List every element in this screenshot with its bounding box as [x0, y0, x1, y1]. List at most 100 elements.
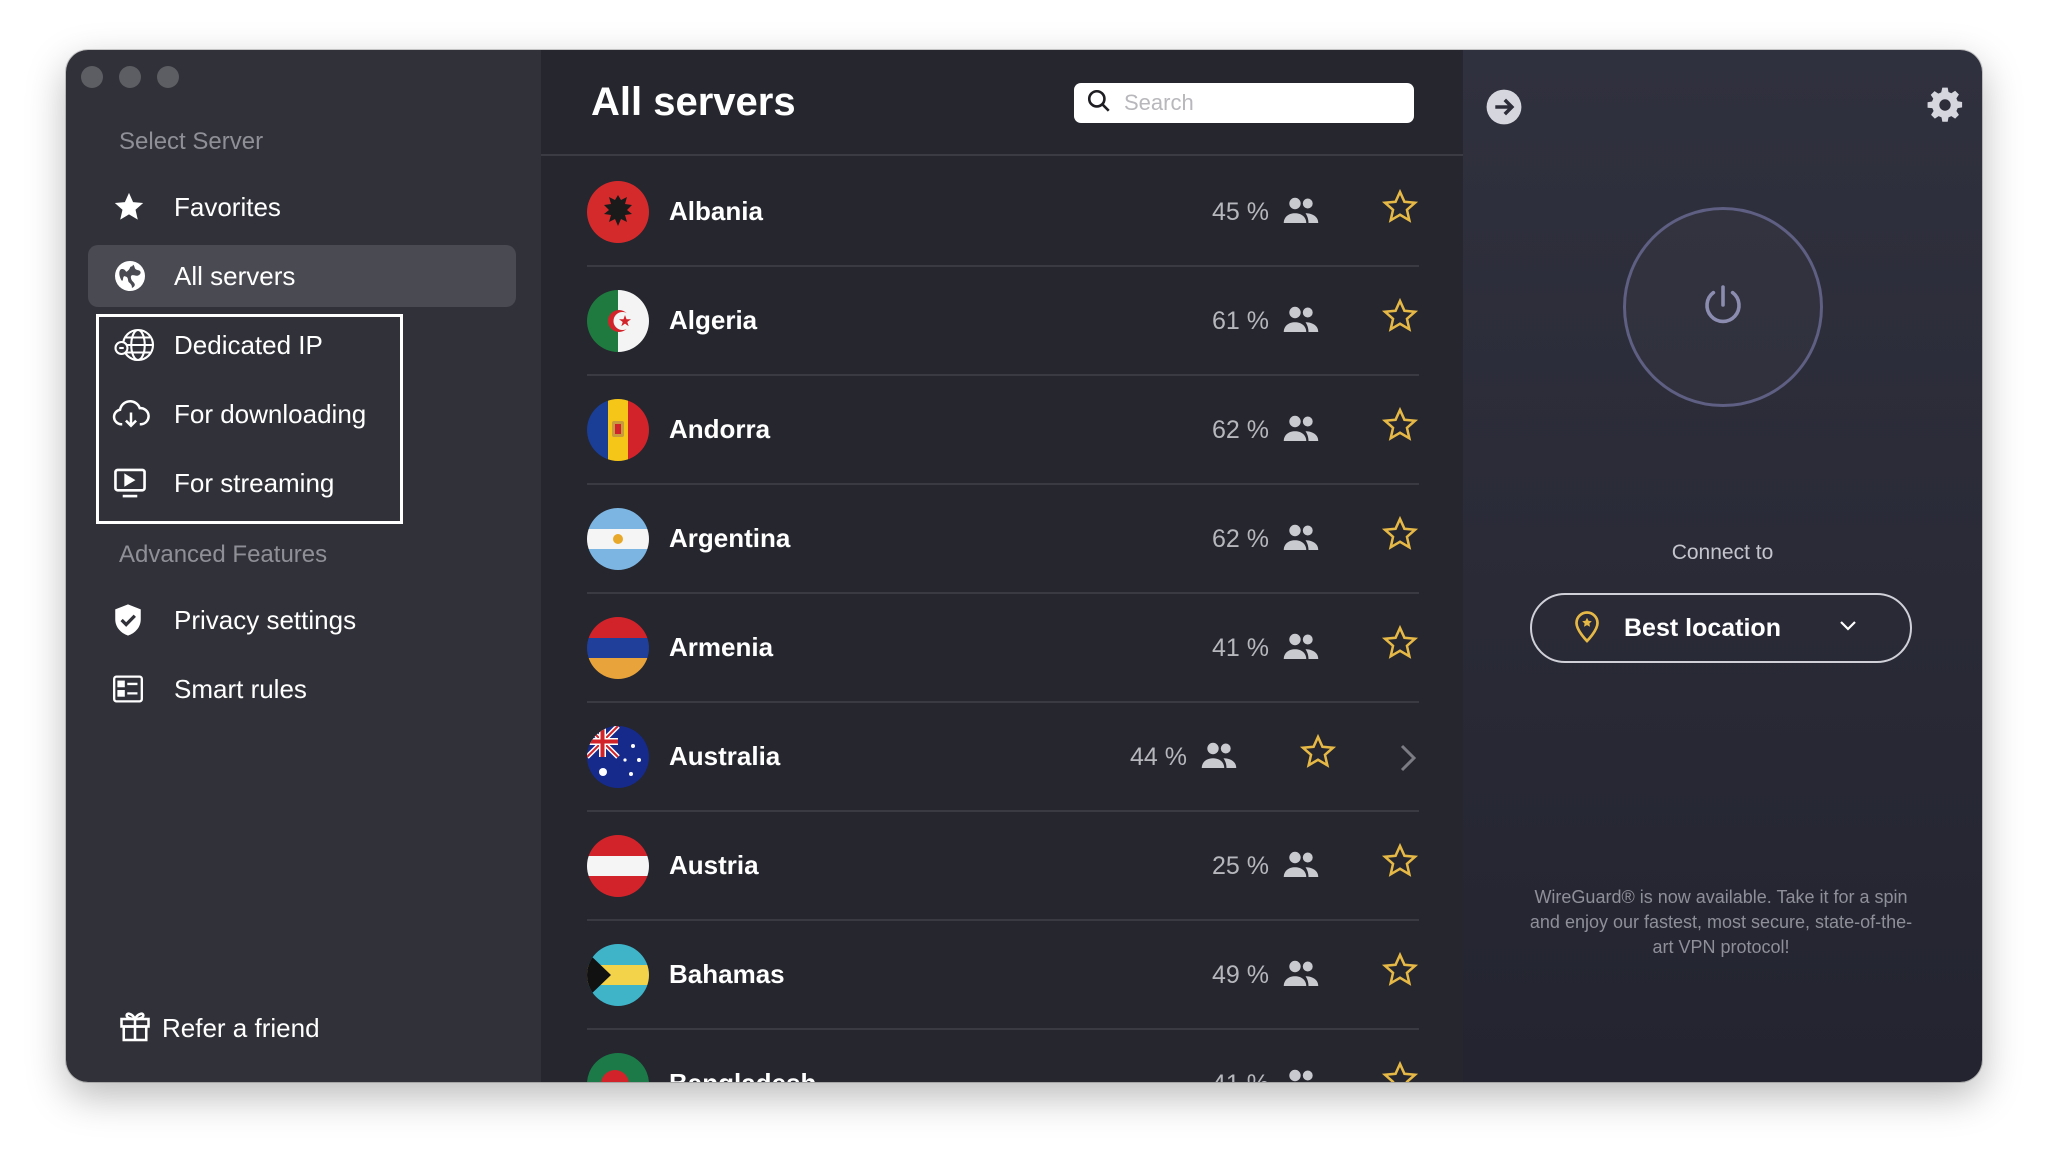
country-name: Austria: [669, 850, 759, 880]
users-icon: [1283, 959, 1319, 994]
favorite-star-icon[interactable]: [1381, 842, 1419, 885]
algeria-flag-icon: [587, 290, 649, 352]
globe-icon: [112, 258, 160, 294]
location-selector[interactable]: Best location: [1530, 593, 1912, 663]
austria-flag-icon: [587, 835, 649, 897]
sidebar-item-label: Smart rules: [174, 673, 307, 704]
server-load: 25 %: [1212, 852, 1269, 880]
rules-list-icon: [112, 674, 160, 704]
page-title: All servers: [591, 80, 796, 124]
favorite-star-icon[interactable]: [1381, 297, 1419, 340]
section-title-advanced-features: Advanced Features: [119, 541, 328, 568]
country-name: Argentina: [669, 523, 791, 553]
sidebar-item-favorites[interactable]: Favorites: [88, 176, 516, 238]
country-name: Algeria: [669, 305, 758, 335]
connection-panel: Connect to Best location WireGuard® is n…: [1463, 50, 1982, 1082]
server-load: 45 %: [1212, 198, 1269, 226]
search-icon: [1074, 88, 1112, 119]
server-load: 62 %: [1212, 416, 1269, 444]
albania-flag-icon: [587, 181, 649, 243]
argentina-flag-icon: [587, 508, 649, 570]
server-row-australia[interactable]: Australia 44 %: [587, 703, 1419, 812]
users-icon: [1201, 741, 1237, 776]
server-load: 62 %: [1212, 525, 1269, 553]
server-list: Albania 45 % Algeria 61 % Andorra 62 % A…: [587, 158, 1419, 1082]
sidebar-item-label: For downloading: [174, 398, 367, 429]
favorite-star-icon[interactable]: [1381, 406, 1419, 449]
favorite-star-icon[interactable]: [1381, 188, 1419, 231]
armenia-flag-icon: [587, 617, 649, 679]
gear-icon[interactable]: [1926, 86, 1964, 129]
andorra-flag-icon: [587, 399, 649, 461]
wireguard-notice: WireGuard® is now available. Take it for…: [1529, 887, 1913, 957]
users-icon: [1283, 305, 1319, 340]
favorite-star-icon[interactable]: [1381, 951, 1419, 994]
location-pin-icon: [1572, 608, 1602, 649]
location-label: Best location: [1624, 613, 1781, 642]
refer-friend-label: Refer a friend: [162, 1013, 320, 1043]
sidebar-item-privacy-settings[interactable]: Privacy settings: [88, 589, 516, 651]
users-icon: [1283, 196, 1319, 231]
users-icon: [1283, 632, 1319, 667]
sidebar-item-label: Favorites: [174, 191, 281, 222]
server-row-algeria[interactable]: Algeria 61 %: [587, 267, 1419, 376]
star-icon: [112, 190, 160, 224]
server-row-andorra[interactable]: Andorra 62 %: [587, 376, 1419, 485]
cloud-download-icon: [112, 398, 160, 430]
minimize-window-button[interactable]: [119, 66, 141, 88]
country-name: Bangladesh: [669, 1068, 816, 1082]
sidebar-item-label: For streaming: [174, 467, 335, 498]
server-row-albania[interactable]: Albania 45 %: [587, 158, 1419, 267]
zoom-window-button[interactable]: [157, 66, 179, 88]
server-load: 41 %: [1212, 1070, 1269, 1082]
sidebar: Select Server Favorites All servers Dedi…: [66, 50, 541, 1082]
server-load: 44 %: [1130, 743, 1187, 771]
favorite-star-icon[interactable]: [1381, 624, 1419, 667]
refer-friend-link[interactable]: Refer a friend: [118, 1007, 320, 1050]
search-box[interactable]: [1074, 83, 1414, 123]
favorite-star-icon[interactable]: [1381, 1060, 1419, 1082]
server-row-argentina[interactable]: Argentina 62 %: [587, 485, 1419, 594]
server-load: 61 %: [1212, 307, 1269, 335]
list-header: All servers: [541, 50, 1463, 156]
section-title-select-server: Select Server: [119, 128, 264, 155]
sidebar-item-smart-rules[interactable]: Smart rules: [88, 658, 516, 720]
server-row-armenia[interactable]: Armenia 41 %: [587, 594, 1419, 703]
sidebar-item-for-downloading[interactable]: For downloading: [88, 383, 516, 445]
shield-check-icon: [112, 603, 160, 637]
server-load: 49 %: [1212, 961, 1269, 989]
favorite-star-icon[interactable]: [1381, 515, 1419, 558]
sidebar-item-dedicated-ip[interactable]: Dedicated IP: [88, 314, 516, 376]
sidebar-item-all-servers[interactable]: All servers: [88, 245, 516, 307]
sidebar-item-label: Dedicated IP: [174, 329, 323, 360]
server-load: 41 %: [1212, 634, 1269, 662]
power-icon: [1699, 281, 1747, 334]
sidebar-item-label: All servers: [174, 260, 296, 291]
country-name: Bahamas: [669, 959, 785, 989]
close-window-button[interactable]: [81, 66, 103, 88]
tv-play-icon: [112, 467, 160, 499]
server-row-bangladesh[interactable]: Bangladesh 41 %: [587, 1030, 1419, 1082]
server-row-austria[interactable]: Austria 25 %: [587, 812, 1419, 921]
country-name: Armenia: [669, 632, 774, 662]
bangladesh-flag-icon: [587, 1053, 649, 1082]
users-icon: [1283, 1068, 1319, 1082]
australia-flag-icon: [587, 726, 649, 788]
users-icon: [1283, 850, 1319, 885]
country-name: Andorra: [669, 414, 771, 444]
connect-to-label: Connect to: [1671, 541, 1774, 564]
search-input[interactable]: [1124, 90, 1394, 116]
window-controls: [81, 66, 179, 88]
sidebar-item-for-streaming[interactable]: For streaming: [88, 452, 516, 514]
arrow-right-icon[interactable]: [1485, 88, 1523, 131]
chevron-right-icon[interactable]: [1397, 743, 1419, 778]
favorite-star-icon[interactable]: [1299, 733, 1337, 776]
power-button[interactable]: [1623, 207, 1823, 407]
country-name: Australia: [669, 741, 781, 771]
server-row-bahamas[interactable]: Bahamas 49 %: [587, 921, 1419, 1030]
chevron-down-icon: [1838, 619, 1858, 638]
globe-ip-icon: [112, 327, 160, 363]
bahamas-flag-icon: [587, 944, 649, 1006]
country-name: Albania: [669, 196, 763, 226]
server-list-panel: All servers Albania 45 %: [541, 50, 1463, 1082]
